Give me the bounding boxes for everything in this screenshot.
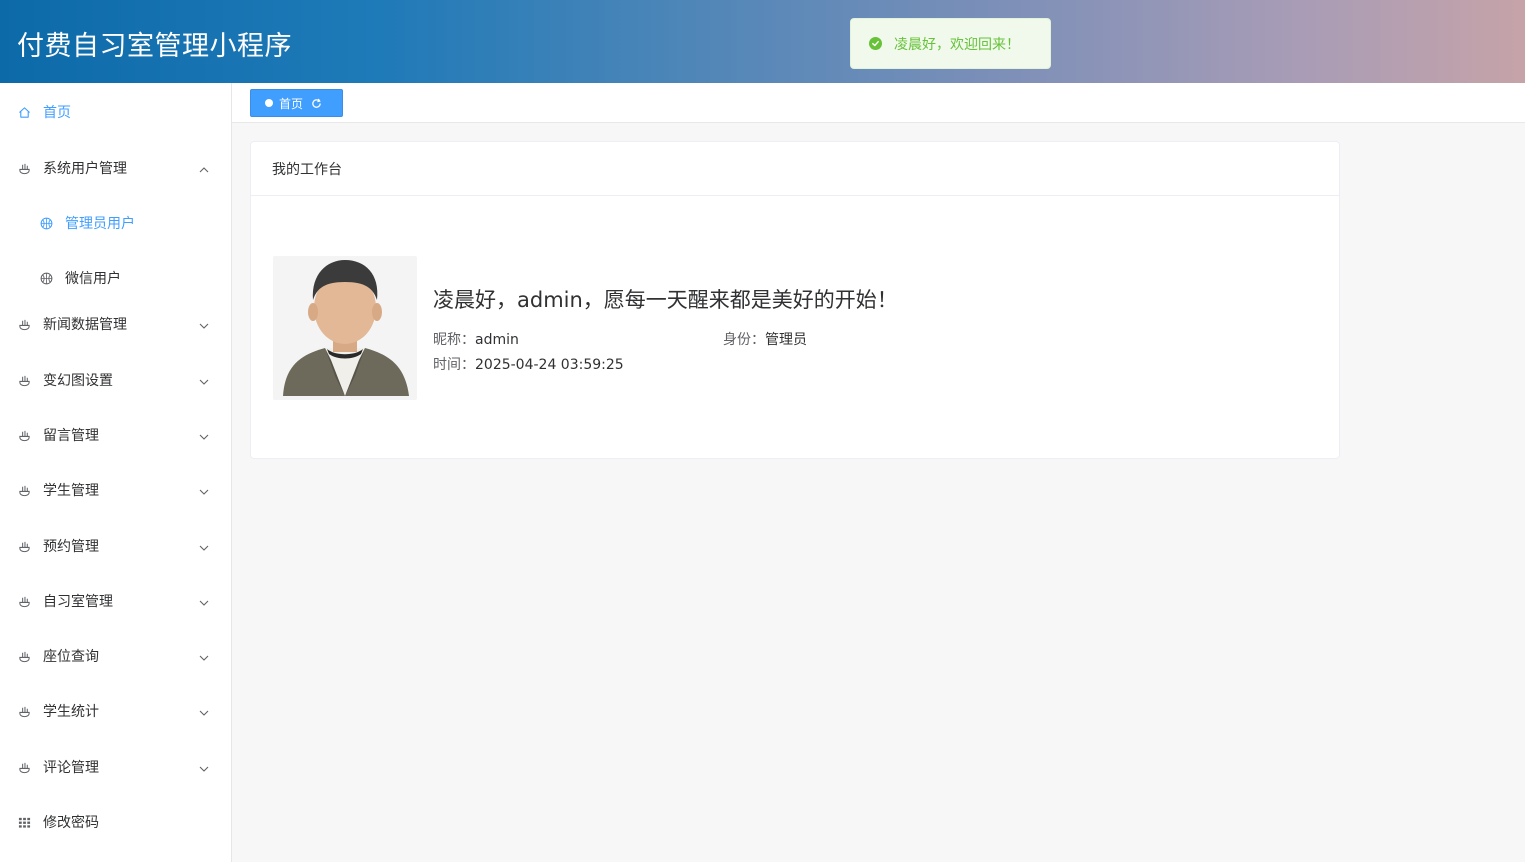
sidebar-item-comments[interactable]: 评论管理 <box>0 744 231 790</box>
nickname-row: 昵称：admin <box>433 329 519 349</box>
chevron-down-icon <box>199 762 209 772</box>
workbench-card: 我的工作台 凌晨好，admin，愿每一天醒来都是美好的开始！ 昵称：admin … <box>250 141 1340 459</box>
sidebar-item-students[interactable]: 学生管理 <box>0 467 231 513</box>
sidebar-item-label: 自习室管理 <box>43 594 113 610</box>
sidebar-item-label: 变幻图设置 <box>43 373 113 389</box>
menu-icon <box>17 373 31 387</box>
home-icon <box>17 105 31 119</box>
card-title: 我的工作台 <box>251 142 1339 196</box>
greeting-text: 凌晨好，admin，愿每一天醒来都是美好的开始！ <box>433 288 898 312</box>
tags-bar: 首页 <box>232 83 1525 123</box>
app-title: 付费自习室管理小程序 <box>17 31 292 62</box>
time-row: 时间：2025-04-24 03:59:25 <box>433 354 624 374</box>
sidebar-item-seat-query[interactable]: 座位查询 <box>0 633 231 679</box>
sidebar-item-label: 留言管理 <box>43 428 99 444</box>
sidebar-item-reservations[interactable]: 预约管理 <box>0 523 231 569</box>
menu-icon <box>17 483 31 497</box>
sidebar-item-admin-users[interactable]: 管理员用户 <box>0 200 231 246</box>
success-toast: 凌晨好，欢迎回来！ <box>850 18 1051 69</box>
sidebar-item-home[interactable]: 首页 <box>0 89 231 135</box>
app-header: 付费自习室管理小程序 凌晨好，欢迎回来！ <box>0 0 1525 83</box>
sidebar-item-label: 微信用户 <box>65 271 121 287</box>
sidebar-item-label: 首页 <box>43 105 71 121</box>
user-avatar-icon <box>273 256 417 400</box>
menu-icon <box>17 704 31 718</box>
role-value: 管理员 <box>765 332 807 348</box>
menu-icon <box>17 760 31 774</box>
chevron-down-icon <box>199 651 209 661</box>
sidebar-item-label: 学生统计 <box>43 704 99 720</box>
basketball-icon <box>39 271 53 285</box>
basketball-icon <box>39 216 53 230</box>
sidebar-item-study-rooms[interactable]: 自习室管理 <box>0 578 231 624</box>
menu-icon <box>17 594 31 608</box>
sidebar-item-label: 座位查询 <box>43 649 99 665</box>
chevron-down-icon <box>199 596 209 606</box>
chevron-down-icon <box>199 541 209 551</box>
sidebar-item-label: 系统用户管理 <box>43 161 127 177</box>
chevron-down-icon <box>199 706 209 716</box>
chevron-down-icon <box>199 319 209 329</box>
sidebar-item-wechat-users[interactable]: 微信用户 <box>0 255 231 301</box>
refresh-icon[interactable] <box>311 98 322 109</box>
sidebar-item-news[interactable]: 新闻数据管理 <box>0 301 231 347</box>
chevron-down-icon <box>199 430 209 440</box>
tab-label: 首页 <box>279 96 304 111</box>
chevron-up-icon <box>199 163 209 173</box>
grid-icon <box>17 815 31 829</box>
sidebar-item-label: 管理员用户 <box>65 216 135 232</box>
toast-message: 凌晨好，欢迎回来！ <box>894 36 1020 53</box>
sidebar-item-messages[interactable]: 留言管理 <box>0 412 231 458</box>
sidebar-item-label: 评论管理 <box>43 760 99 776</box>
active-dot-icon <box>265 99 273 107</box>
nickname-value: admin <box>475 332 519 348</box>
time-label: 时间： <box>433 357 475 373</box>
sidebar-item-label: 修改密码 <box>43 815 99 831</box>
chevron-down-icon <box>199 485 209 495</box>
role-label: 身份： <box>723 332 765 348</box>
sidebar-item-student-stats[interactable]: 学生统计 <box>0 688 231 734</box>
avatar <box>273 256 417 400</box>
sidebar: 首页 系统用户管理 管理员用户 微信用户 新闻数据管理 变幻图设置 留言管理 学… <box>0 83 232 862</box>
check-circle-icon <box>869 37 882 50</box>
menu-icon <box>17 428 31 442</box>
sidebar-item-change-password[interactable]: 修改密码 <box>0 799 231 845</box>
time-value: 2025-04-24 03:59:25 <box>475 357 624 373</box>
menu-icon <box>17 539 31 553</box>
menu-icon <box>17 161 31 175</box>
sidebar-item-carousel[interactable]: 变幻图设置 <box>0 357 231 403</box>
sidebar-item-label: 新闻数据管理 <box>43 317 127 333</box>
menu-icon <box>17 649 31 663</box>
chevron-down-icon <box>199 375 209 385</box>
tab-home[interactable]: 首页 <box>250 89 343 117</box>
sidebar-item-label: 学生管理 <box>43 483 99 499</box>
sidebar-item-system-users[interactable]: 系统用户管理 <box>0 145 231 191</box>
sidebar-item-label: 预约管理 <box>43 539 99 555</box>
nickname-label: 昵称： <box>433 332 475 348</box>
role-row: 身份：管理员 <box>723 329 807 349</box>
menu-icon <box>17 317 31 331</box>
